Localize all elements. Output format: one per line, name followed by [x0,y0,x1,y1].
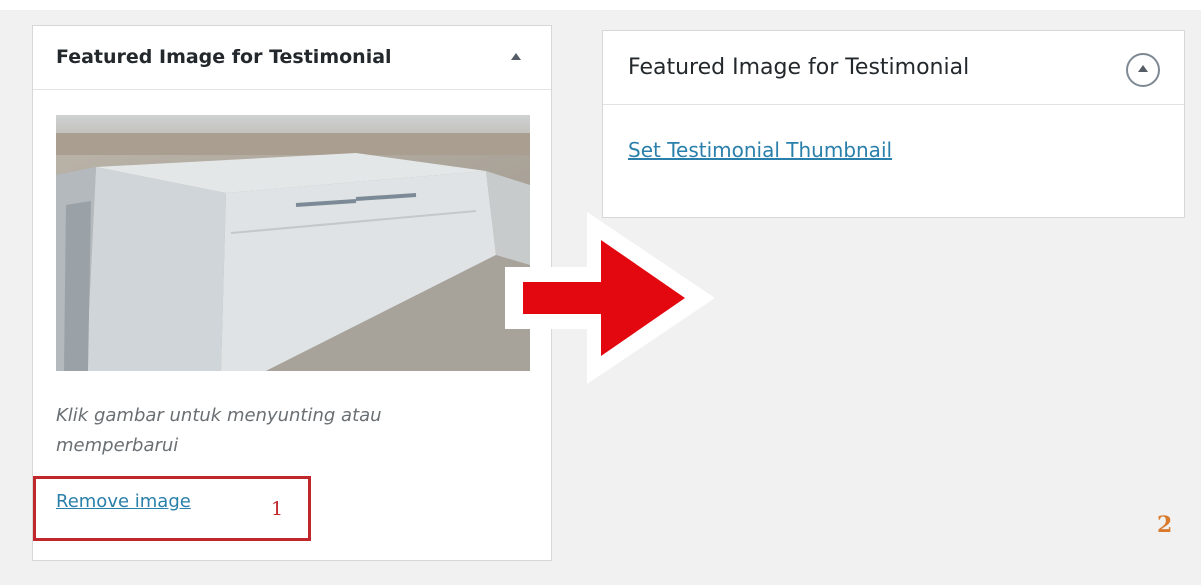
panel-title: Featured Image for Testimonial [56,46,392,68]
top-edge [0,0,1201,10]
triangle-up-icon [1138,65,1148,72]
step-2-label: 2 [1157,512,1173,538]
triangle-up-icon[interactable] [511,53,521,60]
featured-image-thumbnail[interactable] [56,115,530,371]
panel-header: Featured Image for Testimonial [33,26,551,90]
featured-image-panel-before: Featured Image for Testimonial Klik gamb… [32,25,552,561]
highlight-box [33,476,311,541]
circle-triangle-up-icon[interactable] [1126,53,1160,87]
set-thumbnail-link[interactable]: Set Testimonial Thumbnail [628,138,892,162]
building-photo [56,115,530,371]
panel-title: Featured Image for Testimonial [628,55,970,80]
step-1-label: 1 [271,498,284,520]
image-edit-hint: Klik gambar untuk menyunting atau memper… [56,405,382,456]
featured-image-panel-after: Featured Image for Testimonial Set Testi… [602,30,1185,218]
panel-header: Featured Image for Testimonial [603,31,1184,105]
arrow-right-icon [505,212,715,384]
